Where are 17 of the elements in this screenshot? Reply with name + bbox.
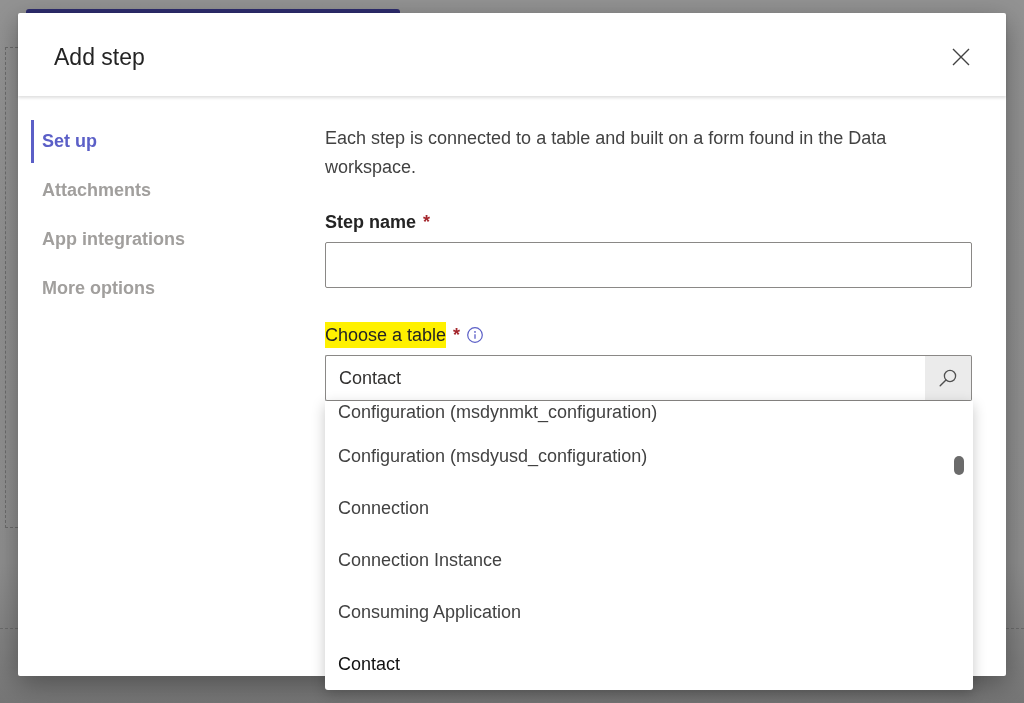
step-name-field[interactable]	[325, 242, 972, 288]
highlighted-field-label: Choose a table	[325, 322, 447, 348]
dropdown-option[interactable]: Configuration (msdynmkt_configuration)	[325, 401, 973, 430]
dropdown-option[interactable]: Contact	[325, 638, 973, 690]
info-icon[interactable]	[467, 327, 484, 343]
dropdown-option[interactable]: Connection Instance	[325, 534, 973, 586]
dialog-title: Add step	[54, 42, 145, 72]
dropdown-option[interactable]: Connection	[325, 482, 973, 534]
required-asterisk: *	[423, 212, 431, 232]
dropdown-option[interactable]: Consuming Application	[325, 586, 973, 638]
scrollbar-thumb[interactable]	[954, 456, 964, 475]
required-asterisk: *	[453, 325, 461, 345]
field-label: Step name	[325, 211, 417, 234]
sidebar-tab[interactable]: Set up	[31, 120, 101, 163]
description-text: Each step is connected to a table and built on a form found in the Data workspace.	[325, 127, 888, 179]
close-icon	[952, 47, 970, 66]
dropdown-option[interactable]: Configuration (msdyusd_configuration)	[325, 430, 973, 482]
